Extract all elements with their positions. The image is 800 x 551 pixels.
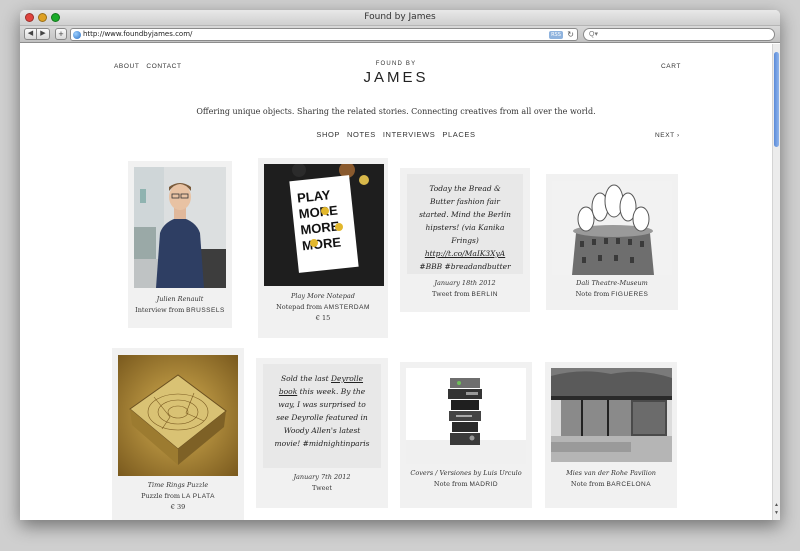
card-location: BRUSSELS bbox=[186, 307, 225, 314]
globe-icon bbox=[73, 31, 81, 39]
vertical-scrollbar[interactable]: ▲ ▼ bbox=[772, 44, 780, 520]
card-title[interactable]: Time Rings Puzzle bbox=[112, 480, 244, 491]
card-caption: January 7th 2012 Tweet bbox=[256, 472, 388, 494]
card-location: MADRID bbox=[469, 481, 499, 488]
address-bar-url: http://www.foundbyjames.com/ bbox=[83, 30, 193, 38]
card-caption: Julien Renault Interview from BRUSSELS bbox=[128, 294, 232, 316]
card-tweet-berlin[interactable]: Today the Bread & Butter fashion fair st… bbox=[400, 168, 530, 312]
card-price: € 39 bbox=[170, 503, 186, 511]
tagline: Offering unique objects. Sharing the rel… bbox=[196, 107, 596, 116]
rss-icon[interactable]: RSS bbox=[549, 31, 563, 39]
forward-button[interactable]: ▶ bbox=[37, 28, 50, 40]
card-caption: Dali Theatre-Museum Note from FIGUERES bbox=[546, 278, 678, 300]
add-bookmark-button[interactable]: + bbox=[55, 28, 67, 40]
card-location: AMSTERDAM bbox=[323, 304, 370, 311]
card-time-rings-puzzle[interactable]: Time Rings Puzzle Puzzle from LA PLATA €… bbox=[112, 348, 244, 520]
card-dali-theatre-museum[interactable]: Dali Theatre-Museum Note from FIGUERES bbox=[546, 174, 678, 310]
next-page-link[interactable]: NEXT › bbox=[655, 132, 680, 139]
tweet-text-part: this week. By the way, I was surprised t… bbox=[274, 387, 370, 448]
portrait-photo[interactable] bbox=[134, 167, 226, 288]
card-title[interactable]: Play More Notepad bbox=[258, 291, 388, 302]
card-kind: Notepad from bbox=[276, 303, 323, 311]
logo-small-text[interactable]: FOUND BY bbox=[20, 61, 772, 67]
card-kind: Note from bbox=[570, 480, 605, 488]
tweet-box: Today the Bread & Butter fashion fair st… bbox=[407, 174, 523, 274]
card-title[interactable]: Covers / Versiones by Luis Urculo bbox=[400, 468, 532, 479]
card-location: BARCELONA bbox=[606, 481, 652, 488]
tweet-link[interactable]: http://t.co/MaIK3XyA bbox=[425, 249, 505, 258]
page-content: ABOUT CONTACT FOUND BY JAMES CART Offeri… bbox=[20, 44, 772, 520]
tweet-text: Today the Bread & Butter fashion fair st… bbox=[416, 182, 514, 273]
museum-photo[interactable] bbox=[552, 181, 672, 275]
category-interviews-link[interactable]: INTERVIEWS bbox=[383, 130, 436, 139]
scroll-up-arrow-icon[interactable]: ▲ bbox=[773, 502, 780, 508]
tweet-date: January 7th 2012 bbox=[293, 473, 351, 481]
scroll-down-arrow-icon[interactable]: ▼ bbox=[773, 510, 780, 516]
tweet-text-part: #BBB #breadandbutter bbox=[419, 262, 511, 271]
card-kind: Tweet bbox=[312, 484, 332, 492]
card-kind: Interview from bbox=[135, 306, 185, 314]
card-title[interactable]: Julien Renault bbox=[128, 294, 232, 305]
browser-toolbar: ◀ ▶ + http://www.foundbyjames.com/ RSS ↻… bbox=[20, 26, 780, 43]
card-covers-versiones[interactable]: Covers / Versiones by Luis Urculo Note f… bbox=[400, 362, 532, 508]
card-kind: Note from bbox=[433, 480, 468, 488]
card-title[interactable]: Mies van der Rohe Pavilion bbox=[545, 468, 677, 479]
card-kind: Tweet from bbox=[432, 290, 470, 298]
card-caption: Play More Notepad Notepad from AMSTERDAM… bbox=[258, 291, 388, 324]
puzzle-photo[interactable] bbox=[118, 355, 238, 476]
card-julien-renault[interactable]: Julien Renault Interview from BRUSSELS bbox=[128, 161, 232, 328]
notepad-photo[interactable]: PLAY MORE MORE MORE bbox=[264, 164, 384, 286]
card-play-more-notepad[interactable]: PLAY MORE MORE MORE Play More Notepad No… bbox=[258, 158, 388, 338]
tweet-text-part: Today the Bread & Butter fashion fair st… bbox=[419, 184, 511, 245]
card-caption: Covers / Versiones by Luis Urculo Note f… bbox=[400, 468, 532, 490]
browser-window: Found by James ◀ ▶ + http://www.foundbyj… bbox=[20, 10, 780, 520]
back-button[interactable]: ◀ bbox=[24, 28, 37, 40]
tweet-date: January 18th 2012 bbox=[434, 279, 496, 287]
cart-link[interactable]: CART bbox=[661, 63, 681, 70]
covers-photo[interactable] bbox=[406, 368, 526, 464]
address-bar[interactable]: http://www.foundbyjames.com/ RSS ↻ bbox=[70, 28, 578, 41]
pavilion-photo[interactable] bbox=[551, 368, 672, 462]
card-price: € 15 bbox=[315, 314, 331, 322]
logo-text[interactable]: JAMES bbox=[20, 69, 772, 86]
card-mies-pavilion[interactable]: Mies van der Rohe Pavilion Note from BAR… bbox=[545, 362, 677, 508]
card-location: BERLIN bbox=[471, 291, 498, 298]
card-kind: Note from bbox=[575, 290, 610, 298]
card-caption: Time Rings Puzzle Puzzle from LA PLATA €… bbox=[112, 480, 244, 513]
card-caption: January 18th 2012 Tweet from BERLIN bbox=[400, 278, 530, 300]
category-shop-link[interactable]: SHOP bbox=[316, 130, 340, 139]
card-kind: Puzzle from bbox=[141, 492, 181, 500]
reload-icon[interactable]: ↻ bbox=[567, 29, 574, 40]
card-caption: Mies van der Rohe Pavilion Note from BAR… bbox=[545, 468, 677, 490]
search-input[interactable]: Q▾ bbox=[583, 28, 775, 41]
scrollbar-thumb[interactable] bbox=[774, 52, 779, 147]
history-buttons: ◀ ▶ bbox=[24, 28, 50, 40]
card-tweet-deyrolle[interactable]: Sold the last Deyrolle book this week. B… bbox=[256, 358, 388, 508]
tweet-text: Sold the last Deyrolle book this week. B… bbox=[272, 372, 372, 450]
tweet-box: Sold the last Deyrolle book this week. B… bbox=[263, 364, 381, 468]
category-notes-link[interactable]: NOTES bbox=[347, 130, 376, 139]
window-title: Found by James bbox=[364, 12, 436, 22]
title-bar: Found by James bbox=[20, 10, 780, 26]
card-location: LA PLATA bbox=[181, 493, 215, 500]
tweet-text-part: Sold the last bbox=[280, 374, 331, 383]
category-places-link[interactable]: PLACES bbox=[442, 130, 475, 139]
card-title[interactable]: Dali Theatre-Museum bbox=[546, 278, 678, 289]
card-location: FIGUERES bbox=[611, 291, 649, 298]
